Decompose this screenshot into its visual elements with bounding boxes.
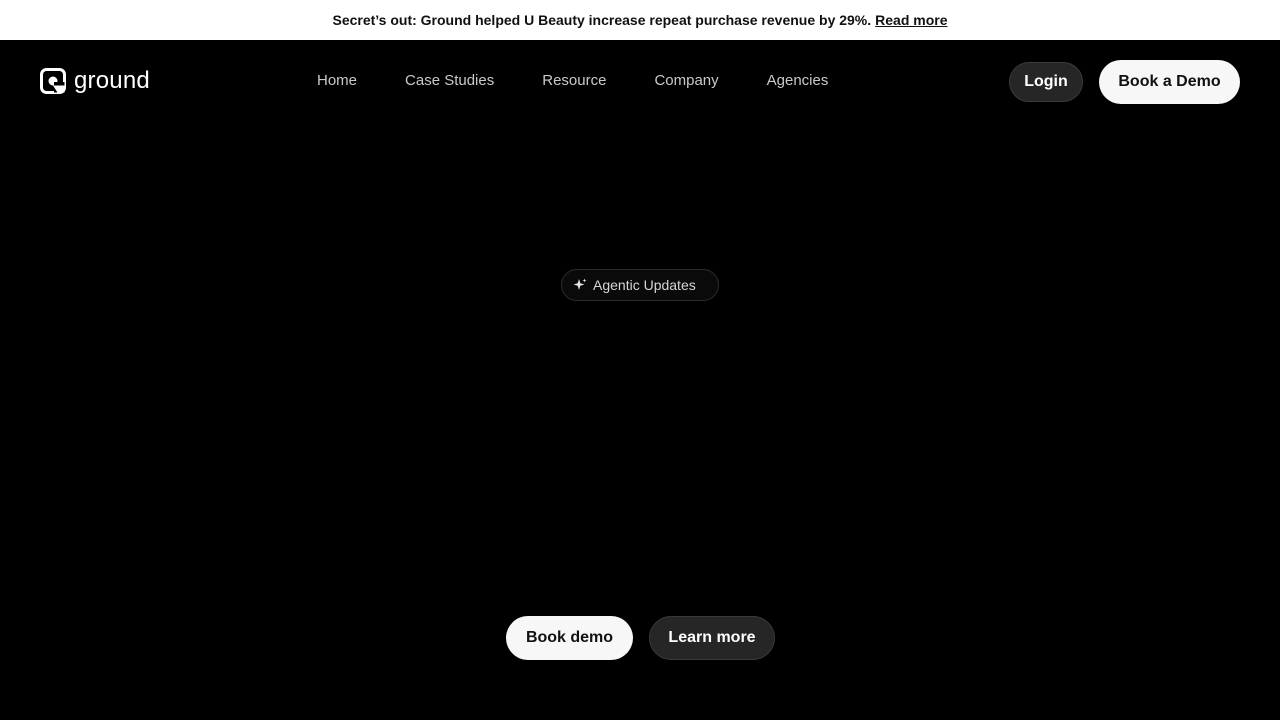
nav-item-company[interactable]: Company [654,72,718,89]
nav-item-home[interactable]: Home [317,72,357,89]
brand-logo[interactable]: ground [40,68,150,94]
book-a-demo-button[interactable]: Book a Demo [1099,60,1240,104]
announcement-bar: Secret’s out: Ground helped U Beauty inc… [0,0,1280,40]
sparkle-icon [573,278,587,290]
ground-logo-icon [40,68,66,94]
read-more-link[interactable]: Read more [875,12,947,28]
hero-cta-group: Book demo Learn more [506,616,775,660]
learn-more-button[interactable]: Learn more [649,616,775,660]
nav-item-agencies[interactable]: Agencies [767,72,829,89]
nav-item-resource[interactable]: Resource [542,72,606,89]
main-nav: Home Case Studies Resource Company Agenc… [317,72,828,89]
site-header: ground Home Case Studies Resource Compan… [0,40,1280,122]
nav-item-case-studies[interactable]: Case Studies [405,72,494,89]
badge-label: Agentic Updates [593,277,696,293]
book-demo-button[interactable]: Book demo [506,616,633,660]
brand-name: ground [74,67,150,94]
announcement-text: Secret’s out: Ground helped U Beauty inc… [332,12,872,28]
agentic-updates-badge[interactable]: Agentic Updates [561,269,719,301]
login-button[interactable]: Login [1009,62,1083,102]
